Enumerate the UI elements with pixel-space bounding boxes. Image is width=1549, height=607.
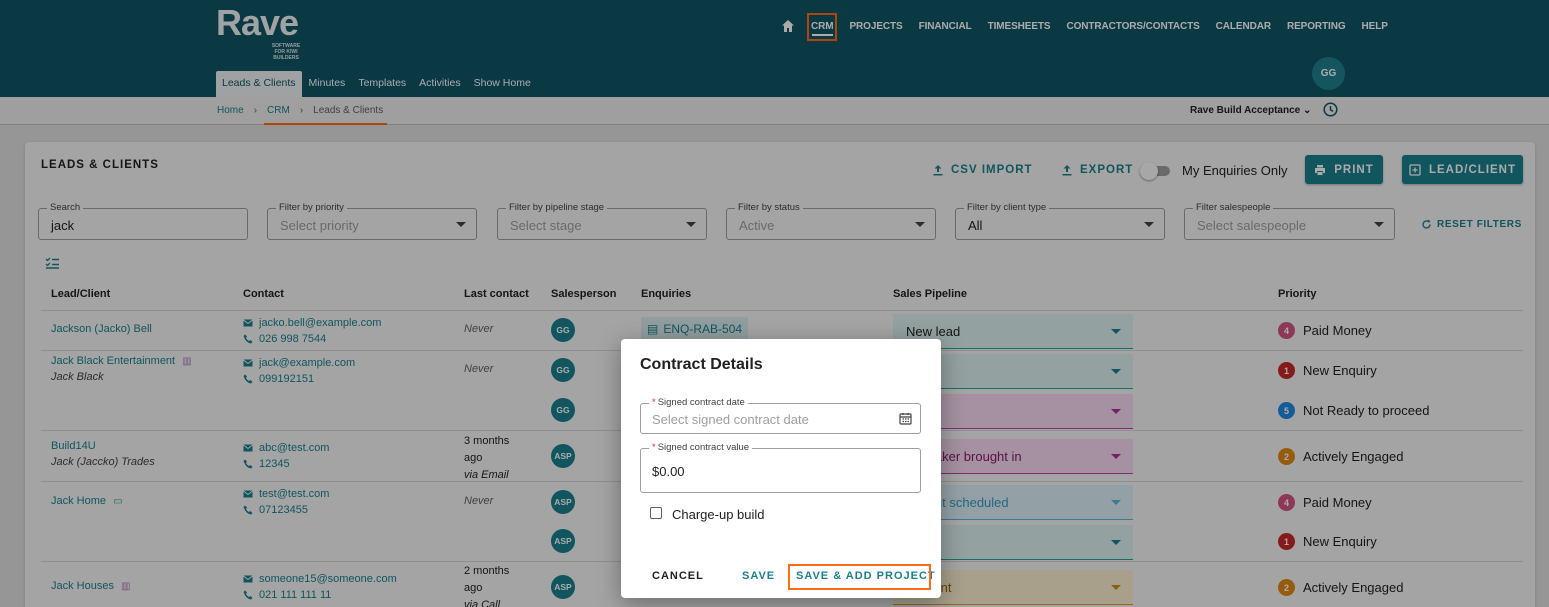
save-button[interactable]: SAVE [742, 570, 775, 582]
calendar-icon[interactable] [899, 412, 912, 425]
dialog-title: Contract Details [640, 356, 763, 373]
signed-contract-value-label-text: Signed contract value [657, 442, 750, 453]
signed-contract-date-input[interactable]: * Signed contract date Select signed cont… [640, 397, 921, 434]
charge-up-build-label[interactable]: Charge-up build [672, 507, 765, 522]
signed-contract-value: $0.00 [652, 464, 685, 479]
signed-contract-date-placeholder: Select signed contract date [652, 412, 809, 427]
required-marker: * [652, 397, 656, 408]
signed-contract-date-label: * Signed contract date [649, 397, 748, 409]
signed-contract-date-label-text: Signed contract date [657, 397, 745, 408]
contract-details-dialog: Contract Details * Signed contract date S… [621, 339, 941, 598]
signed-contract-value-label: * Signed contract value [649, 442, 753, 454]
required-marker: * [652, 442, 656, 453]
signed-contract-value-input[interactable]: * Signed contract value $0.00 [640, 442, 921, 493]
cancel-button[interactable]: CANCEL [652, 570, 704, 582]
charge-up-build-checkbox[interactable] [650, 507, 662, 519]
save-add-project-highlight-box [788, 564, 931, 590]
